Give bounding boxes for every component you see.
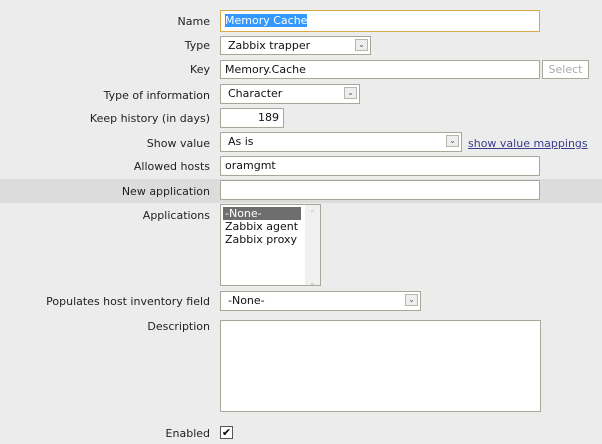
keep-history-label: Keep history (in days) bbox=[89, 112, 210, 125]
name-input[interactable]: Memory Cache bbox=[220, 10, 540, 32]
show-value-mappings-link[interactable]: show value mappings bbox=[468, 137, 588, 150]
chevron-down-icon: ⌄ bbox=[344, 87, 357, 99]
key-input[interactable]: Memory.Cache bbox=[220, 60, 540, 79]
select-button[interactable]: Select bbox=[542, 60, 589, 79]
keep-history-input[interactable]: 189 bbox=[220, 108, 284, 128]
show-value-label: Show value bbox=[146, 137, 210, 150]
allowed-hosts-label: Allowed hosts bbox=[133, 160, 210, 173]
applications-label: Applications bbox=[142, 209, 210, 222]
chevron-down-icon: ⌄ bbox=[405, 294, 418, 306]
name-label: Name bbox=[177, 15, 210, 28]
inventory-field-value: -None- bbox=[228, 294, 265, 307]
description-label: Description bbox=[147, 320, 210, 333]
applications-option[interactable]: -None- bbox=[223, 207, 301, 220]
new-application-label: New application bbox=[121, 185, 210, 198]
applications-option[interactable]: Zabbix proxy bbox=[223, 233, 318, 246]
type-label: Type bbox=[184, 39, 210, 52]
inventory-field-label: Populates host inventory field bbox=[46, 295, 210, 308]
enabled-label: Enabled bbox=[165, 427, 210, 440]
allowed-hosts-input[interactable]: oramgmt bbox=[220, 156, 540, 176]
chevron-down-icon: ⌄ bbox=[446, 135, 459, 147]
show-value-select[interactable]: As is ⌄ bbox=[220, 132, 462, 152]
applications-listbox[interactable]: -None- Zabbix agent Zabbix proxy ⌃ ⌄ bbox=[220, 204, 321, 287]
type-value: Zabbix trapper bbox=[228, 39, 311, 52]
type-of-information-label: Type of information bbox=[103, 89, 210, 102]
scrollbar[interactable]: ⌃ ⌄ bbox=[305, 205, 320, 287]
key-label: Key bbox=[190, 63, 210, 76]
type-of-information-value: Character bbox=[228, 87, 283, 100]
enabled-checkbox[interactable]: ✔ bbox=[220, 426, 233, 439]
show-value-value: As is bbox=[228, 135, 254, 148]
type-select[interactable]: Zabbix trapper ⌄ bbox=[220, 36, 371, 55]
name-value: Memory Cache bbox=[225, 14, 308, 27]
type-of-information-select[interactable]: Character ⌄ bbox=[220, 84, 360, 104]
description-textarea[interactable] bbox=[220, 320, 541, 412]
new-application-input[interactable] bbox=[220, 180, 540, 200]
chevron-down-icon: ⌄ bbox=[355, 39, 368, 51]
inventory-field-select[interactable]: -None- ⌄ bbox=[220, 291, 421, 311]
applications-option[interactable]: Zabbix agent bbox=[223, 220, 318, 233]
